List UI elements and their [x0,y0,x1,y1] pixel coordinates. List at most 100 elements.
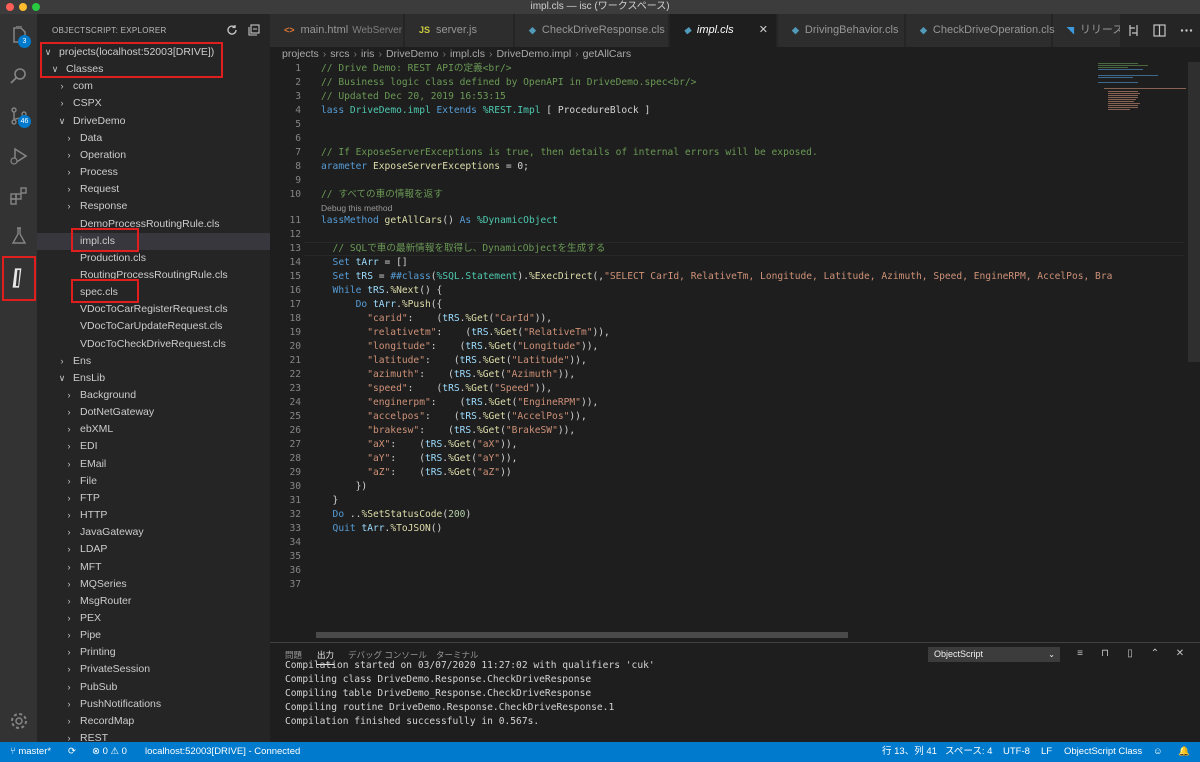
tree-item[interactable]: › RecordMap [37,713,270,730]
tree-item[interactable]: › MFT [37,559,270,576]
compare-changes-icon[interactable] [1127,24,1140,37]
collapse-all-icon[interactable] [248,24,260,36]
code-line[interactable]: 15 Set tRS = ##class(%SQL.Statement).%Ex… [270,270,1200,284]
code-line[interactable]: 33 Quit tArr.%ToJSON() [270,522,1200,536]
tree-item[interactable]: › Request [37,181,270,198]
minimap[interactable] [1092,62,1188,122]
breadcrumb-segment[interactable]: iris [361,48,374,60]
editor-tab[interactable]: ◆ CheckDriveOperation.cls [906,14,1055,47]
branch-status[interactable]: ⑂ master* [10,742,51,762]
tree-item[interactable]: › File [37,473,270,490]
tree-item[interactable]: › Data [37,130,270,147]
tree-item[interactable]: › MsgRouter [37,593,270,610]
open-log-icon[interactable]: ▯ [1124,648,1136,660]
code-line[interactable]: 35 [270,550,1200,564]
tree-item[interactable]: › Response [37,198,270,215]
run-debug-icon[interactable] [5,142,32,169]
code-line[interactable]: 25 "accelpos": (tRS.%Get("AccelPos")), [270,410,1200,424]
tree-item[interactable]: › JavaGateway [37,524,270,541]
tree-item[interactable]: › PEX [37,610,270,627]
breadcrumb-segment[interactable]: DriveDemo [386,48,439,60]
lock-scroll-icon[interactable]: ⊓ [1099,648,1111,660]
code-line[interactable]: 24 "enginerpm": (tRS.%Get("EngineRPM")), [270,396,1200,410]
tree-item[interactable]: Production.cls [37,250,270,267]
tree-item[interactable]: › Background [37,387,270,404]
eol-status[interactable]: LF [1041,742,1052,762]
editor-tab[interactable]: ◥ リリース [1053,14,1123,47]
code-line[interactable]: 1 // Drive Demo: REST APIの定義<br/> [270,62,1200,76]
code-line[interactable]: 9 [270,174,1200,188]
feedback-icon[interactable]: ☺ [1153,742,1163,762]
maximize-panel-icon[interactable]: ⌃ [1149,648,1161,660]
tree-item[interactable]: › PushNotifications [37,696,270,713]
explorer-icon[interactable]: 3 [5,22,32,49]
tree-item[interactable]: › Operation [37,147,270,164]
code-line[interactable]: 28 "aY": (tRS.%Get("aY")), [270,452,1200,466]
code-line[interactable]: 36 [270,564,1200,578]
code-line[interactable]: 20 "longitude": (tRS.%Get("Longitude")), [270,340,1200,354]
tree-item[interactable]: › FTP [37,490,270,507]
code-line[interactable]: 3 // Updated Dec 20, 2019 16:53:15 [270,90,1200,104]
testing-flask-icon[interactable] [5,222,32,249]
code-line[interactable]: 8 arameter ExposeServerExceptions = 0; [270,160,1200,174]
tree-item[interactable]: › Process [37,164,270,181]
cursor-position[interactable]: 行 13、列 41 [882,742,937,762]
editor-vertical-scrollbar[interactable] [1188,62,1200,362]
refresh-icon[interactable] [226,24,238,36]
breadcrumb-segment[interactable]: srcs [330,48,349,60]
code-line[interactable]: 11 lassMethod getAllCars() As %DynamicObj… [270,214,1200,228]
code-line[interactable]: 7 // If ExposeServerExceptions is true, t… [270,146,1200,160]
tree-item[interactable]: › Pipe [37,627,270,644]
editor-tab[interactable]: <> main.html WebServer [270,14,404,47]
code-line[interactable]: 5 [270,118,1200,132]
code-line[interactable]: 32 Do ..%SetStatusCode(200) [270,508,1200,522]
tree-item[interactable]: › HTTP [37,507,270,524]
tree-item[interactable]: ∨ DriveDemo [37,113,270,130]
tree-item[interactable]: › DotNetGateway [37,404,270,421]
encoding-status[interactable]: UTF-8 [1003,742,1030,762]
code-line[interactable]: 14 Set tArr = [] [270,256,1200,270]
code-line[interactable]: 17 Do tArr.%Push({ [270,298,1200,312]
editor-tab[interactable]: JS server.js [405,14,514,47]
editor-tab[interactable]: ◆ DrivingBehavior.cls [778,14,905,47]
maximize-window-button[interactable] [32,3,40,11]
tree-item[interactable]: › CSPX [37,95,270,112]
tree-item[interactable]: ∨ EnsLib [37,370,270,387]
tree-item[interactable]: › Ens [37,353,270,370]
code-line[interactable]: 30 }) [270,480,1200,494]
tree-item[interactable]: › ebXML [37,421,270,438]
tree-item[interactable]: › MQSeries [37,576,270,593]
close-tab-icon[interactable]: ✕ [759,14,768,47]
code-line[interactable]: 19 "relativetm": (tRS.%Get("RelativeTm")… [270,326,1200,340]
tree-item[interactable]: VDocToCheckDriveRequest.cls [37,336,270,353]
sync-icon[interactable]: ⟳ [68,742,76,762]
code-line[interactable]: 26 "brakesw": (tRS.%Get("BrakeSW")), [270,424,1200,438]
close-panel-icon[interactable]: ✕ [1174,648,1186,660]
code-line[interactable]: 29 "aZ": (tRS.%Get("aZ")) [270,466,1200,480]
code-line[interactable]: 22 "azimuth": (tRS.%Get("Azimuth")), [270,368,1200,382]
code-line[interactable]: 16 While tRS.%Next() { [270,284,1200,298]
tree-item[interactable]: › PrivateSession [37,661,270,678]
tree-item[interactable]: › com [37,78,270,95]
search-icon[interactable] [5,62,32,89]
problems-status[interactable]: ⊗ 0 ⚠ 0 [92,742,127,762]
code-line[interactable]: 2 // Business logic class defined by Open… [270,76,1200,90]
breadcrumb-segment[interactable]: getAllCars [583,48,631,60]
extensions-icon[interactable] [5,182,32,209]
editor-tab[interactable]: ◆ CheckDriveResponse.cls [515,14,669,47]
breadcrumb-segment[interactable]: DriveDemo.impl [496,48,571,60]
debug-method-codelens[interactable]: Debug this method [321,202,392,214]
breadcrumb-segment[interactable]: projects [282,48,319,60]
connection-status[interactable]: localhost:52003[DRIVE] - Connected [145,742,300,762]
code-line[interactable]: 6 [270,132,1200,146]
code-line[interactable]: 37 [270,578,1200,592]
code-editor[interactable]: 1 // Drive Demo: REST APIの定義<br/> 2 // Busi… [270,62,1200,636]
code-line[interactable]: 34 [270,536,1200,550]
editor-horizontal-scrollbar[interactable] [316,632,848,638]
editor-tab[interactable]: ◆ impl.cls ✕ [670,14,777,47]
tree-item[interactable]: › EDI [37,438,270,455]
code-line[interactable]: 10 // すべての車の情報を返す [270,188,1200,202]
code-line[interactable]: 31 } [270,494,1200,508]
close-window-button[interactable] [6,3,14,11]
clear-output-icon[interactable]: ≡ [1074,648,1086,660]
